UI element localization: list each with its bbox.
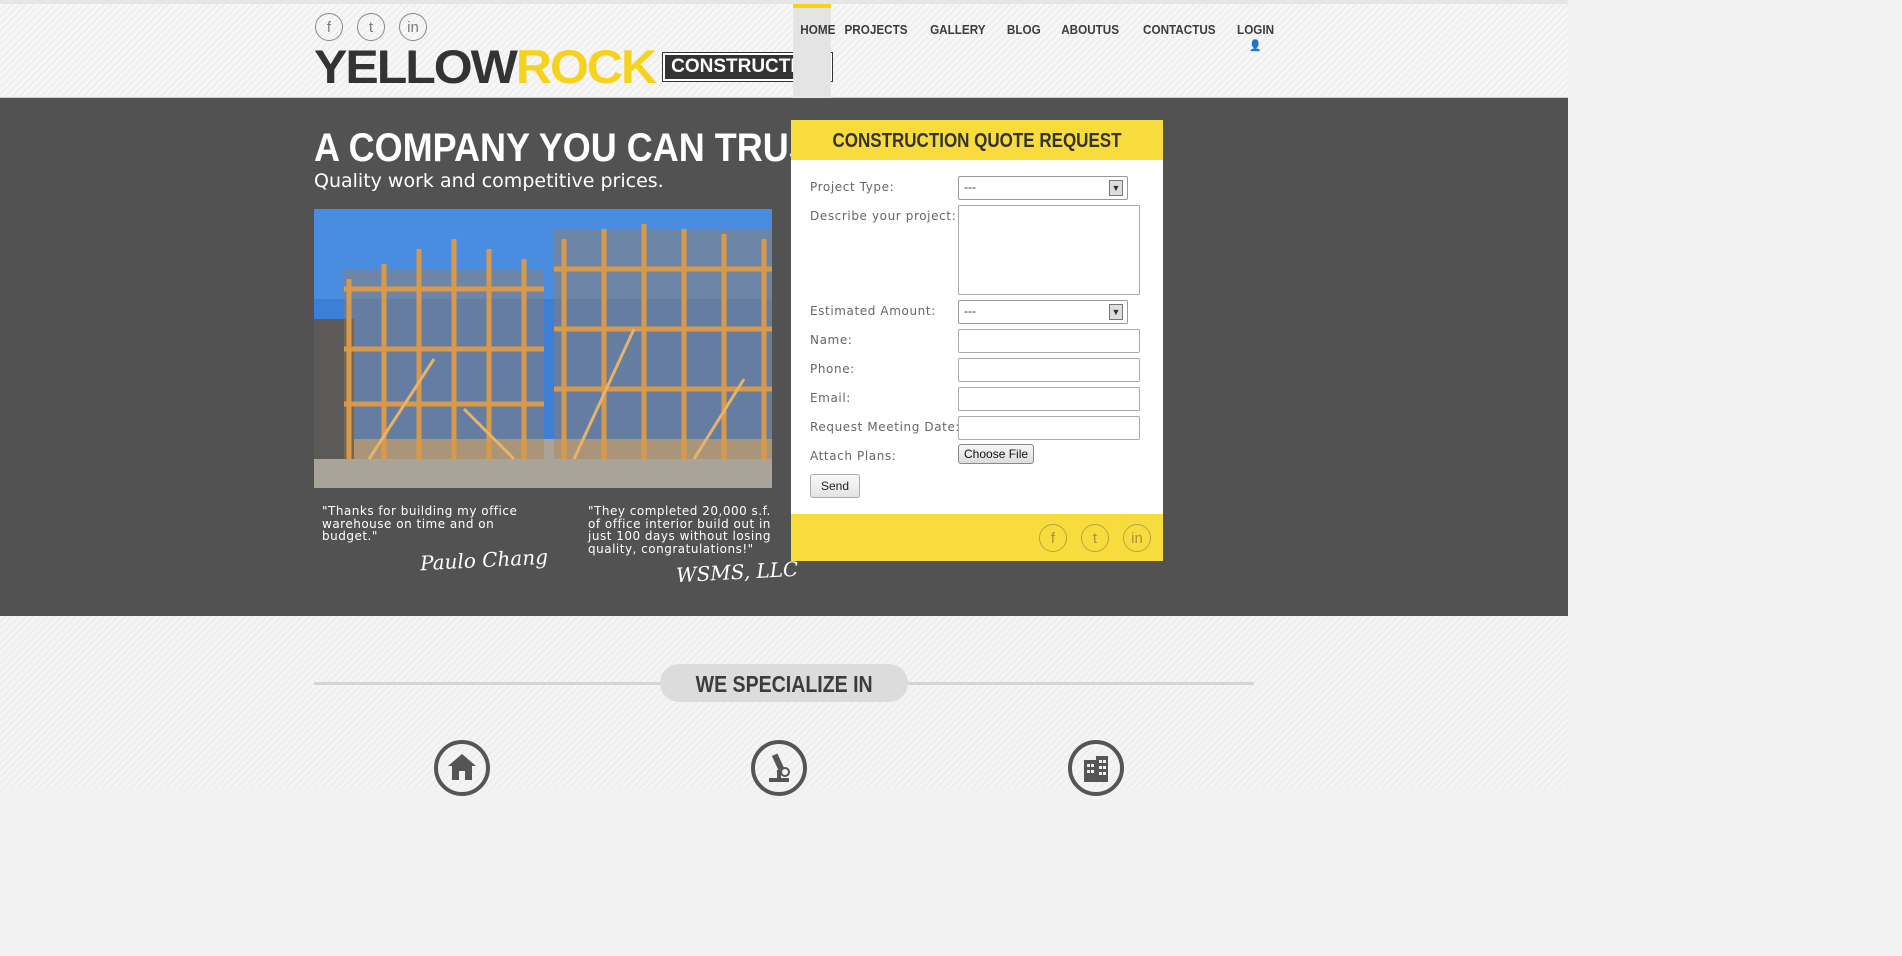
project-type-select[interactable]: --- ▼ bbox=[958, 176, 1128, 200]
describe-textarea[interactable] bbox=[958, 205, 1140, 295]
site-header: f t in YELLOW ROCK CONSTRUCTION HOME PRO… bbox=[0, 0, 1568, 102]
name-label: Name: bbox=[810, 333, 853, 347]
phone-input[interactable] bbox=[958, 358, 1140, 382]
main-nav: HOME PROJECTS GALLERY BLOG ABOUTUS CONTA… bbox=[791, 4, 1284, 102]
nav-contactus[interactable]: CONTACTUS bbox=[1135, 4, 1222, 102]
hero-section bbox=[0, 98, 1568, 616]
site-logo[interactable]: YELLOW ROCK CONSTRUCTION bbox=[314, 40, 834, 94]
amount-select[interactable]: --- ▼ bbox=[958, 300, 1128, 324]
attach-label: Attach Plans: bbox=[810, 449, 897, 463]
nav-gallery[interactable]: GALLERY bbox=[923, 4, 993, 102]
send-button[interactable]: Send bbox=[810, 474, 861, 498]
phone-label: Phone: bbox=[810, 362, 855, 376]
footer-social-links: f t in bbox=[1039, 524, 1151, 552]
project-type-value: --- bbox=[964, 180, 976, 194]
linkedin-icon[interactable]: in bbox=[399, 13, 427, 41]
email-label: Email: bbox=[810, 391, 851, 405]
home-icon[interactable] bbox=[434, 740, 490, 796]
dropdown-arrow-icon: ▼ bbox=[1109, 180, 1123, 196]
testimonial-1: "Thanks for building my office warehouse… bbox=[322, 504, 518, 543]
logo-word-yellow: YELLOW bbox=[314, 40, 518, 94]
describe-label: Describe your project: bbox=[810, 209, 957, 223]
project-type-label: Project Type: bbox=[810, 180, 895, 194]
twitter-icon[interactable]: t bbox=[357, 13, 385, 41]
nav-blog[interactable]: BLOG bbox=[999, 4, 1047, 102]
nav-login-label: LOGIN bbox=[1237, 22, 1275, 37]
buildings-icon[interactable] bbox=[1068, 740, 1124, 796]
nav-aboutus[interactable]: ABOUTUS bbox=[1054, 4, 1126, 102]
nav-login[interactable]: LOGIN 👤 bbox=[1230, 4, 1281, 102]
logo-word-rock: ROCK bbox=[515, 40, 657, 94]
meeting-date-input[interactable] bbox=[958, 416, 1140, 440]
nav-home[interactable]: HOME bbox=[793, 4, 835, 102]
meeting-label: Request Meeting Date: bbox=[810, 420, 961, 434]
hero-title: A COMPANY YOU CAN TRUST bbox=[314, 126, 835, 170]
facebook-icon[interactable]: f bbox=[1039, 524, 1067, 552]
specialize-title: WE SPECIALIZE IN bbox=[660, 664, 908, 702]
nav-projects[interactable]: PROJECTS bbox=[837, 4, 914, 102]
form-footer: f t in bbox=[791, 514, 1163, 561]
microscope-icon[interactable] bbox=[751, 740, 807, 796]
amount-value: --- bbox=[964, 304, 976, 318]
amount-label: Estimated Amount: bbox=[810, 304, 936, 318]
form-title: CONSTRUCTION QUOTE REQUEST bbox=[791, 120, 1163, 160]
dropdown-arrow-icon: ▼ bbox=[1109, 304, 1123, 320]
choose-file-button[interactable]: Choose File bbox=[958, 444, 1035, 464]
user-icon: 👤 bbox=[1249, 40, 1262, 52]
name-input[interactable] bbox=[958, 329, 1140, 353]
linkedin-icon[interactable]: in bbox=[1123, 524, 1151, 552]
testimonial-2: "They completed 20,000 s.f. of office in… bbox=[588, 504, 771, 556]
facebook-icon[interactable]: f bbox=[315, 13, 343, 41]
twitter-icon[interactable]: t bbox=[1081, 524, 1109, 552]
construction-frame-photo bbox=[314, 209, 772, 488]
header-social-links: f t in bbox=[315, 13, 427, 41]
email-input[interactable] bbox=[958, 387, 1140, 411]
hero-subtitle: Quality work and competitive prices. bbox=[314, 170, 664, 192]
quote-request-form: CONSTRUCTION QUOTE REQUEST Project Type:… bbox=[791, 120, 1163, 561]
